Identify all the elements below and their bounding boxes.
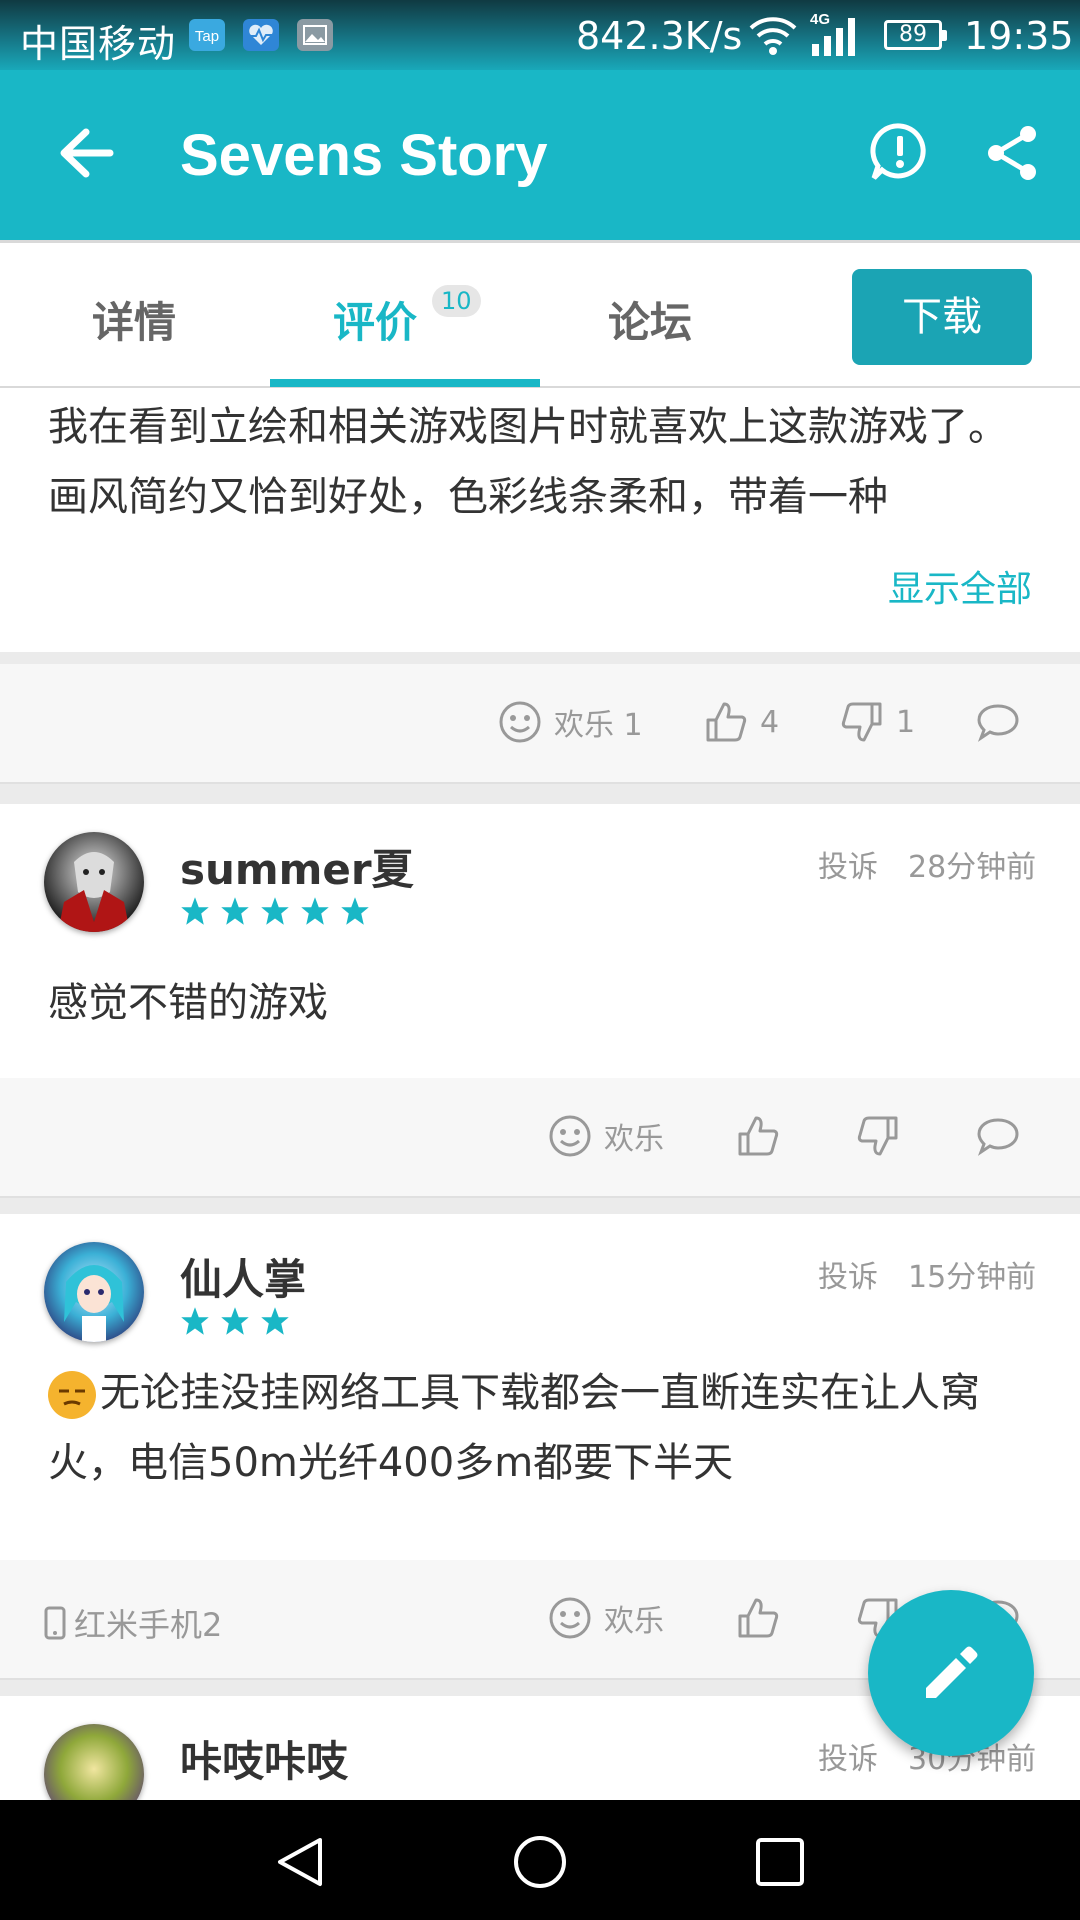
carrier-name: 中国移动	[20, 22, 177, 66]
star-icon	[301, 897, 329, 925]
reviews-count-badge: 10	[432, 285, 481, 317]
tap-icon-label: Tap	[195, 28, 219, 45]
report-link[interactable]: 投诉	[818, 1734, 878, 1778]
tab-details[interactable]: 详情	[92, 289, 176, 350]
wifi-icon	[748, 14, 798, 56]
review-actions: 欢乐	[0, 1078, 1080, 1198]
thumbs-down-icon	[857, 1116, 898, 1156]
thumbs-up-icon	[738, 1116, 779, 1156]
rating-stars	[180, 1306, 290, 1336]
report-link[interactable]: 投诉	[818, 1252, 878, 1296]
status-bar: 中国移动 Tap 842.3K/s 4G 89 19:35	[0, 0, 1080, 70]
dislike-button[interactable]	[856, 1114, 912, 1158]
like-button[interactable]: 4	[704, 700, 779, 744]
username[interactable]: 咔吱咔吱	[180, 1728, 348, 1789]
review-text: 我在看到立绘和相关游戏图片时就喜欢上这款游戏了。画风简约又恰到好处，色彩线条柔和…	[48, 404, 1008, 520]
review-text: 无论挂没挂网络工具下载都会一直断连实在让人窝火，电信50m光纤400多m都要下半…	[48, 1370, 980, 1486]
avatar[interactable]	[44, 1724, 144, 1800]
review-time: 15分钟前	[908, 1260, 1037, 1295]
like-count: 4	[760, 704, 780, 740]
star-icon	[181, 897, 209, 925]
gallery-icon	[296, 18, 334, 52]
show-all-link[interactable]: 显示全部	[888, 560, 1032, 612]
unamused-emoji-icon	[48, 1371, 96, 1419]
fun-label: 欢乐	[604, 1604, 664, 1639]
system-nav-bar	[0, 1800, 1080, 1920]
device-info: 红米手机2	[44, 1600, 222, 1646]
thumbs-up-icon	[706, 702, 747, 742]
review-card: 仙人掌 投诉 15分钟前 无论挂没挂网络工具下载都会一直断连实在让人窝火，电信5…	[0, 1214, 1080, 1560]
page-title: Sevens Story	[180, 123, 548, 188]
share-icon[interactable]	[984, 124, 1042, 182]
thumbs-down-icon	[841, 702, 882, 742]
star-icon	[221, 897, 249, 925]
download-button[interactable]: 下载	[852, 269, 1032, 365]
comment-button[interactable]	[976, 1114, 1032, 1158]
review-text: 感觉不错的游戏	[48, 980, 328, 1026]
fun-button[interactable]: 欢乐	[548, 1114, 664, 1158]
report-link[interactable]: 投诉	[818, 842, 878, 886]
like-button[interactable]	[736, 1114, 792, 1158]
fun-label: 欢乐	[604, 1122, 664, 1157]
review-time: 28分钟前	[908, 850, 1037, 885]
network-speed: 842.3K/s	[576, 14, 743, 58]
comment-icon	[977, 1118, 1019, 1156]
fun-label: 欢乐 1	[554, 708, 643, 743]
star-icon	[261, 1307, 289, 1335]
review-card: summer夏 投诉 28分钟前 感觉不错的游戏	[0, 804, 1080, 1078]
tab-bar: 详情 评价 10 论坛 下载	[0, 240, 1080, 388]
phone-icon	[44, 1606, 66, 1640]
thumbs-up-icon	[738, 1598, 779, 1638]
health-icon	[242, 18, 280, 52]
dislike-count: 1	[896, 704, 916, 740]
nav-home-icon[interactable]	[512, 1834, 568, 1890]
comment-button[interactable]	[976, 700, 1032, 744]
clock: 19:35	[964, 14, 1074, 58]
fun-button[interactable]: 欢乐 1	[498, 700, 643, 744]
username[interactable]: 仙人掌	[180, 1246, 306, 1307]
star-icon	[261, 897, 289, 925]
comment-icon	[977, 704, 1019, 742]
tab-reviews[interactable]: 评价	[333, 289, 417, 350]
smiley-icon	[549, 1115, 591, 1157]
review-actions: 欢乐 1 4 1	[0, 664, 1080, 784]
write-review-button[interactable]	[868, 1590, 1034, 1756]
network-type: 4G	[810, 11, 830, 28]
tap-icon: Tap	[188, 18, 226, 52]
username[interactable]: summer夏	[180, 836, 414, 897]
report-icon[interactable]	[870, 122, 930, 182]
like-button[interactable]	[736, 1596, 792, 1640]
app-bar: Sevens Story	[0, 70, 1080, 240]
edit-pencil-icon	[926, 1646, 978, 1698]
avatar[interactable]	[44, 832, 144, 932]
review-text-container: 无论挂没挂网络工具下载都会一直断连实在让人窝火，电信50m光纤400多m都要下半…	[48, 1358, 1038, 1498]
rating-stars	[180, 896, 370, 926]
avatar[interactable]	[44, 1242, 144, 1342]
smiley-icon	[499, 701, 541, 743]
battery-indicator: 89	[884, 20, 947, 50]
star-icon	[181, 1307, 209, 1335]
smiley-icon	[549, 1597, 591, 1639]
star-icon	[341, 897, 369, 925]
back-arrow-icon[interactable]	[52, 118, 122, 188]
device-name: 红米手机2	[74, 1606, 223, 1644]
review-card: 我在看到立绘和相关游戏图片时就喜欢上这款游戏了。画风简约又恰到好处，色彩线条柔和…	[0, 388, 1080, 652]
tab-forum[interactable]: 论坛	[608, 289, 692, 350]
nav-back-icon[interactable]	[272, 1834, 328, 1890]
dislike-button[interactable]: 1	[840, 700, 915, 744]
signal-4g-icon: 4G	[808, 10, 874, 60]
review-list[interactable]: 我在看到立绘和相关游戏图片时就喜欢上这款游戏了。画风简约又恰到好处，色彩线条柔和…	[0, 388, 1080, 1800]
active-tab-indicator	[270, 379, 540, 387]
nav-recents-icon[interactable]	[752, 1834, 808, 1890]
star-icon	[221, 1307, 249, 1335]
fun-button[interactable]: 欢乐	[548, 1596, 664, 1640]
